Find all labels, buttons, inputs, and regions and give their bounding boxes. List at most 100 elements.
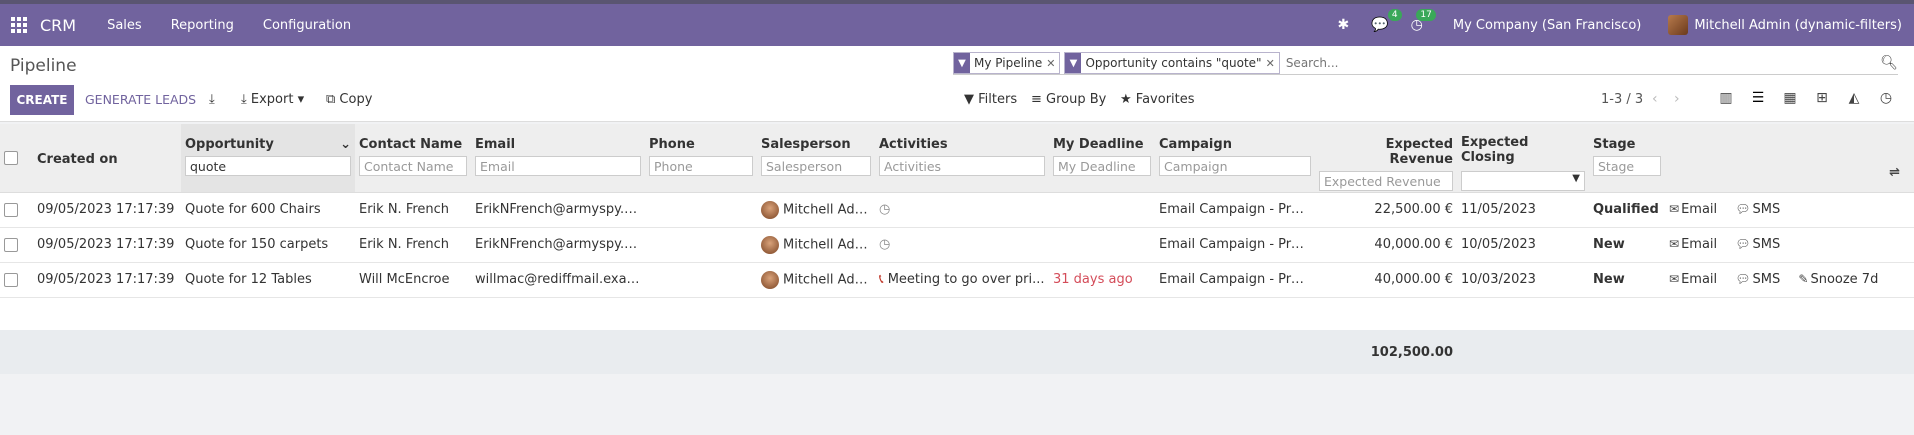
email-filter-input[interactable] xyxy=(475,156,641,176)
cell-deadline: 31 days ago xyxy=(1049,262,1155,298)
download-icon[interactable]: ⤓ xyxy=(209,92,215,107)
cell-activities[interactable]: ◷ xyxy=(875,192,1049,228)
create-button[interactable]: CREATE xyxy=(10,85,74,115)
bug-icon[interactable]: ✱ xyxy=(1337,17,1349,33)
cell-opportunity[interactable]: Quote for 600 Chairs xyxy=(181,192,355,228)
row-checkbox[interactable] xyxy=(4,237,18,252)
export-label: Export xyxy=(250,92,294,107)
contact-filter-input[interactable] xyxy=(359,156,467,176)
table-row[interactable]: 09/05/2023 17:17:39 Quote for 12 Tables … xyxy=(0,262,1914,298)
cell-activities[interactable]: 📞︎ Meeting to go over pri... xyxy=(875,262,1049,298)
company-switcher[interactable]: My Company (San Francisco) xyxy=(1453,18,1641,33)
optional-columns-icon[interactable]: ⇌ xyxy=(1889,165,1900,180)
col-expected-closing[interactable]: Expected Closing ▼ xyxy=(1457,124,1589,193)
col-contact-name[interactable]: Contact Name xyxy=(355,124,471,193)
row-checkbox[interactable] xyxy=(4,272,18,287)
col-created-on[interactable]: Created on xyxy=(33,124,181,193)
group-by-button[interactable]: ≡ Group By xyxy=(1031,92,1106,107)
col-my-deadline[interactable]: My Deadline xyxy=(1049,124,1155,193)
user-menu[interactable]: Mitchell Admin (dynamic-filters) xyxy=(1668,15,1902,35)
deadline-filter-input[interactable] xyxy=(1053,156,1151,176)
list-view-icon[interactable]: ☰ xyxy=(1742,90,1774,106)
pager-value[interactable]: 1-3 / 3 xyxy=(1601,92,1643,107)
pivot-view-icon[interactable]: ⊞ xyxy=(1806,90,1838,106)
col-label: Contact Name xyxy=(359,137,463,152)
cell-activities[interactable]: ◷ xyxy=(875,227,1049,263)
col-email[interactable]: Email xyxy=(471,124,645,193)
copy-label: Copy xyxy=(339,92,373,107)
closing-filter-select[interactable]: ▼ xyxy=(1461,171,1585,191)
snooze-button[interactable]: ✎ Snooze 7d xyxy=(1798,272,1878,287)
calendar-view-icon[interactable]: ▦ xyxy=(1774,90,1806,106)
app-name[interactable]: CRM xyxy=(40,16,76,35)
facet-remove-icon[interactable]: ✕ xyxy=(1046,57,1059,70)
user-avatar xyxy=(1668,15,1689,35)
generate-leads-button[interactable]: GENERATE LEADS xyxy=(85,92,196,107)
cell-campaign: Email Campaign - Products xyxy=(1155,192,1315,228)
search-bar: ▼ My Pipeline ✕ ▼ Opportunity contains "… xyxy=(953,52,1898,75)
opportunity-filter-input[interactable] xyxy=(185,156,351,176)
cell-opportunity[interactable]: Quote for 12 Tables xyxy=(181,262,355,298)
activities-filter-input[interactable] xyxy=(879,156,1045,176)
chevron-down-icon[interactable]: ⌄ xyxy=(340,137,351,152)
sms-button[interactable]: 💬︎ SMS xyxy=(1735,237,1780,252)
select-all-checkbox[interactable] xyxy=(4,150,18,165)
sms-label: SMS xyxy=(1752,272,1781,287)
messages-icon[interactable]: 💬 4 xyxy=(1371,9,1402,33)
table-row[interactable]: 09/05/2023 17:17:39 Quote for 600 Chairs… xyxy=(0,192,1914,228)
row-select[interactable] xyxy=(0,192,33,228)
kanban-view-icon[interactable]: ▥ xyxy=(1710,90,1742,106)
activity-clock-icon[interactable]: ◷ xyxy=(879,202,890,217)
menu-reporting[interactable]: Reporting xyxy=(171,18,234,33)
sms-button[interactable]: 💬︎ SMS xyxy=(1735,272,1780,287)
stage-filter-input[interactable] xyxy=(1593,156,1661,176)
list-view: Created on Opportunity ⌄ Contact Name Ema… xyxy=(0,124,1914,374)
col-expected-revenue[interactable]: Expected Revenue xyxy=(1315,124,1457,193)
filters-button[interactable]: ▼ Filters xyxy=(964,92,1017,107)
row-select[interactable] xyxy=(0,227,33,263)
facet-remove-icon[interactable]: ✕ xyxy=(1266,57,1279,70)
cell-campaign: Email Campaign - Products xyxy=(1155,262,1315,298)
cell-revenue: 40,000.00 € xyxy=(1315,262,1457,298)
activities-clock-icon[interactable]: ◷ 17 xyxy=(1411,9,1436,33)
email-button[interactable]: ✉ Email xyxy=(1669,237,1717,252)
salesperson-name: Mitchell Admin xyxy=(783,272,875,287)
salesperson-name: Mitchell Admin xyxy=(783,237,875,252)
sms-label: SMS xyxy=(1752,237,1781,252)
pager-prev-icon[interactable]: ‹ xyxy=(1652,91,1658,107)
apps-menu-icon[interactable] xyxy=(11,17,27,33)
row-select[interactable] xyxy=(0,262,33,298)
col-salesperson[interactable]: Salesperson xyxy=(757,124,875,193)
cell-opportunity[interactable]: Quote for 150 carpets xyxy=(181,227,355,263)
graph-view-icon[interactable]: ◭ xyxy=(1838,90,1870,106)
copy-button[interactable]: ⧉ Copy xyxy=(326,92,372,107)
salesperson-filter-input[interactable] xyxy=(761,156,871,176)
row-checkbox[interactable] xyxy=(4,202,18,217)
revenue-filter-input[interactable] xyxy=(1319,171,1453,191)
col-stage[interactable]: Stage xyxy=(1589,124,1665,193)
search-icon[interactable]: 🔍︎ xyxy=(1880,55,1898,71)
email-button[interactable]: ✉ Email xyxy=(1669,272,1717,287)
activity-clock-icon[interactable]: ◷ xyxy=(879,237,890,252)
col-campaign[interactable]: Campaign xyxy=(1155,124,1315,193)
phone-filter-input[interactable] xyxy=(649,156,753,176)
menu-sales[interactable]: Sales xyxy=(107,18,142,33)
col-phone[interactable]: Phone xyxy=(645,124,757,193)
col-activities[interactable]: Activities xyxy=(875,124,1049,193)
pager-next-icon[interactable]: › xyxy=(1674,91,1680,107)
activity-view-icon[interactable]: ◷ xyxy=(1870,90,1902,106)
campaign-filter-input[interactable] xyxy=(1159,156,1311,176)
cell-email: ErikNFrench@armyspy.com xyxy=(471,227,645,263)
favorites-button[interactable]: ★ Favorites xyxy=(1120,92,1195,107)
menu-configuration[interactable]: Configuration xyxy=(263,18,351,33)
col-opportunity[interactable]: Opportunity ⌄ xyxy=(181,124,355,193)
sms-button[interactable]: 💬︎ SMS xyxy=(1735,202,1780,217)
table-row[interactable]: 09/05/2023 17:17:39 Quote for 150 carpet… xyxy=(0,227,1914,263)
email-button[interactable]: ✉ Email xyxy=(1669,202,1717,217)
export-button[interactable]: ⤓ Export ▾ xyxy=(241,92,304,107)
search-input[interactable] xyxy=(1283,55,1898,71)
col-label: Salesperson xyxy=(761,137,851,152)
col-label: Stage xyxy=(1593,137,1636,152)
col-optional-settings: ⇌ xyxy=(1665,124,1914,193)
footer-spacer xyxy=(0,330,1315,374)
